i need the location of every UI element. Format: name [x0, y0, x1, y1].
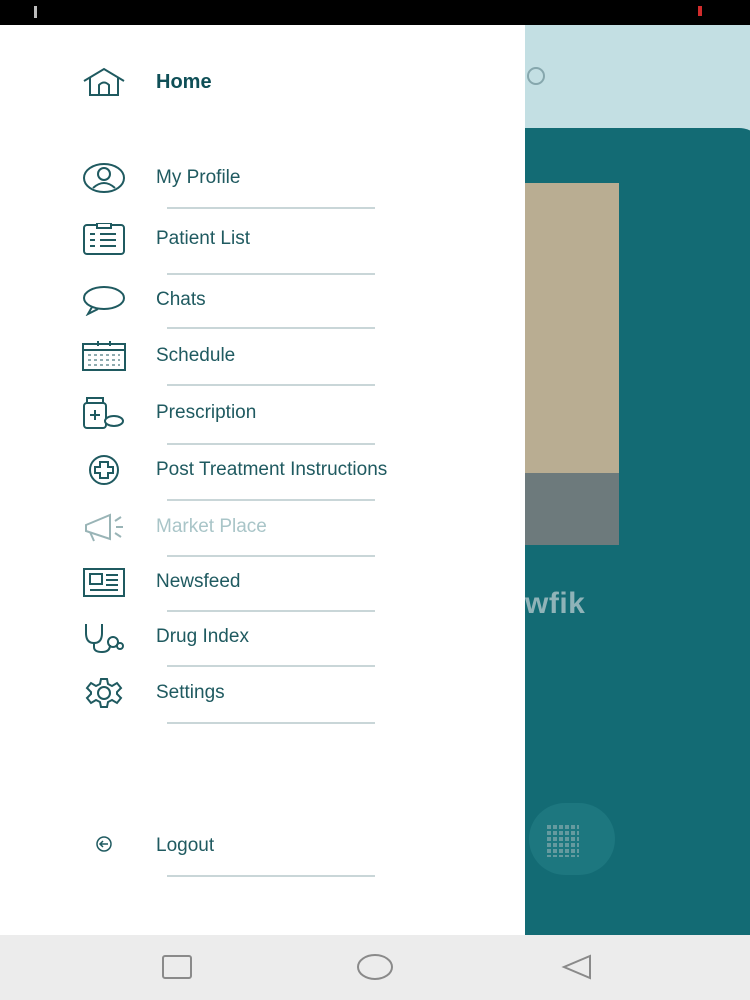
drawer-item-post-treatment-instructions[interactable]: Post Treatment Instructions [0, 445, 525, 495]
gear-icon [80, 677, 128, 709]
divider [167, 384, 375, 386]
drawer-item-label: Post Treatment Instructions [156, 459, 388, 480]
divider [167, 665, 375, 667]
drawer-item-label: Settings [156, 682, 225, 703]
logout-icon [80, 830, 128, 862]
back-button[interactable] [560, 953, 594, 983]
drawer-item-newsfeed[interactable]: Newsfeed [0, 557, 525, 607]
newspaper-icon [80, 566, 128, 598]
drawer-item-patient-list[interactable]: Patient List [0, 214, 525, 264]
drawer-item-prescription[interactable]: Prescription [0, 388, 525, 438]
divider [167, 207, 375, 209]
system-navigation-bar [0, 935, 750, 1000]
profile-name-fragment: wfik [525, 587, 586, 620]
drawer-item-schedule[interactable]: Schedule [0, 331, 525, 381]
chat-bubble-icon [80, 284, 128, 317]
square-icon [162, 955, 192, 979]
megaphone-icon [80, 511, 128, 543]
drawer-item-label: Newsfeed [156, 571, 241, 592]
drawer-item-label: Home [156, 71, 212, 93]
calendar-icon [80, 340, 128, 372]
stethoscope-icon [80, 621, 128, 654]
qr-code-icon [545, 823, 579, 857]
profile-photo [525, 183, 619, 545]
home-icon [80, 66, 128, 98]
circle-icon [357, 954, 393, 980]
divider [167, 875, 375, 877]
background-app-screen[interactable]: wfik [525, 25, 750, 935]
drawer-item-home[interactable]: Home [0, 57, 525, 107]
triangle-back-icon [561, 954, 591, 980]
drawer-item-settings[interactable]: Settings [0, 668, 525, 718]
battery-low-indicator [698, 6, 702, 16]
drawer-item-label: Schedule [156, 345, 236, 366]
drawer-item-chats[interactable]: Chats [0, 275, 525, 325]
drawer-item-label: Logout [156, 835, 215, 856]
drawer-item-label: Market Place [156, 516, 267, 537]
medicine-bottle-icon [80, 397, 128, 429]
qr-code-button[interactable] [529, 803, 615, 875]
drawer-item-my-profile[interactable]: My Profile [0, 153, 525, 203]
recent-apps-button[interactable] [160, 953, 194, 983]
status-bar [0, 0, 750, 25]
drawer-item-drug-index[interactable]: Drug Index [0, 612, 525, 662]
navigation-drawer: Home My Profile Patient List Chats Sched… [0, 25, 525, 935]
drawer-item-label: Drug Index [156, 626, 249, 647]
drawer-item-label: My Profile [156, 167, 241, 188]
home-button[interactable] [355, 953, 395, 983]
background-circle-icon [527, 67, 545, 85]
drawer-item-label: Chats [156, 289, 206, 310]
plus-circle-icon [80, 454, 128, 486]
drawer-item-label: Patient List [156, 228, 250, 249]
divider [167, 327, 375, 329]
profile-icon [80, 162, 128, 194]
clipboard-list-icon [80, 222, 128, 255]
drawer-item-market-place[interactable]: Market Place [0, 502, 525, 552]
status-indicator [34, 6, 37, 18]
drawer-item-logout[interactable]: Logout [0, 821, 525, 871]
divider [167, 499, 375, 501]
drawer-item-label: Prescription [156, 402, 257, 423]
divider [167, 722, 375, 724]
